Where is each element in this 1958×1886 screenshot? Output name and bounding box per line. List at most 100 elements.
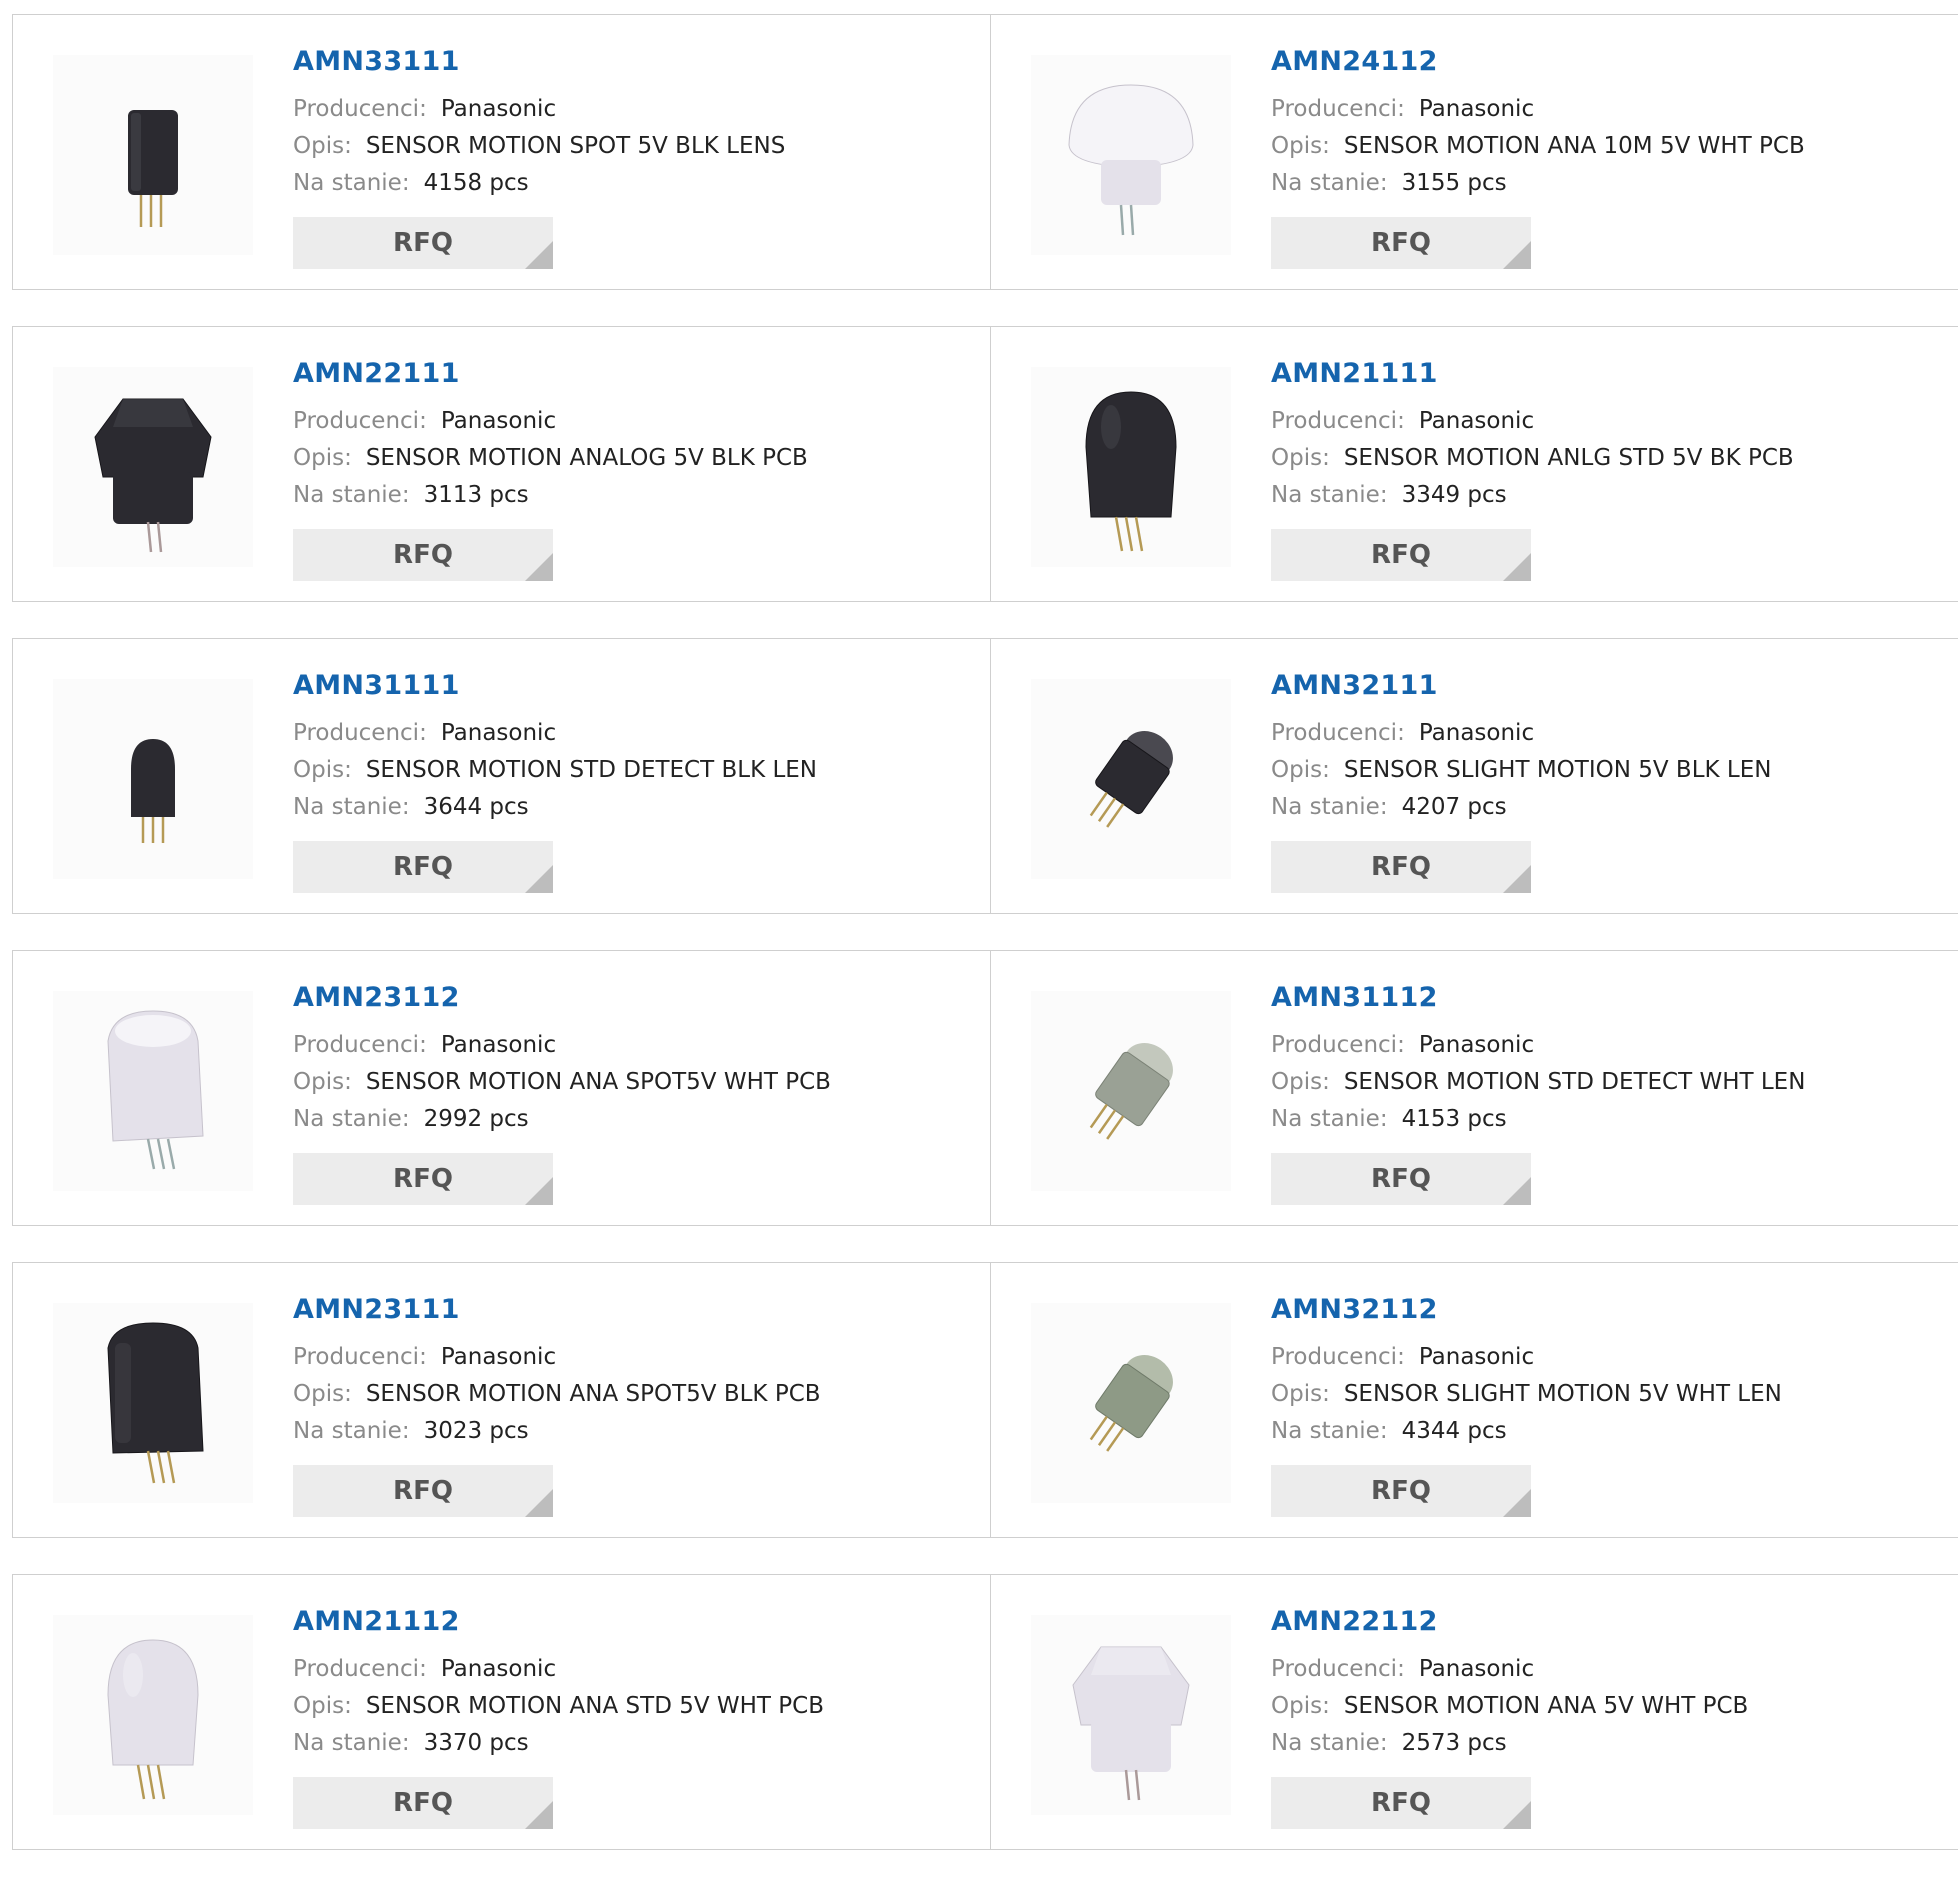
stock-label: Na stanie:	[293, 482, 410, 508]
rfq-button[interactable]: RFQ	[293, 841, 553, 893]
rfq-button[interactable]: RFQ	[1271, 1777, 1531, 1829]
stock-label: Na stanie:	[1271, 1730, 1388, 1756]
product-name-link[interactable]: AMN32111	[1271, 669, 1948, 703]
manufacturer-row: Producenci: Panasonic	[293, 403, 980, 440]
manufacturer-row: Producenci: Panasonic	[1271, 1027, 1948, 1064]
stock-label: Na stanie:	[293, 794, 410, 820]
product-card: AMN32112 Producenci: Panasonic Opis: SENSO…	[991, 1262, 1958, 1538]
corner-triangle-icon	[525, 865, 553, 893]
product-row: AMN21112 Producenci: Panasonic Opis: SENSO…	[12, 1574, 1958, 1850]
sensor-tilted-green-icon	[1031, 1303, 1231, 1503]
description-value: SENSOR MOTION ANA STD 5V WHT PCB	[365, 1693, 824, 1719]
description-value: SENSOR SLIGHT MOTION 5V WHT LEN	[1343, 1381, 1782, 1407]
product-info: AMN22111 Producenci: Panasonic Opis: SENSO…	[293, 357, 980, 514]
manufacturer-label: Producenci:	[293, 1656, 427, 1682]
product-name-link[interactable]: AMN21111	[1271, 357, 1948, 391]
description-row: Opis: SENSOR MOTION ANA SPOT5V BLK PCB	[293, 1376, 980, 1413]
description-value: SENSOR MOTION ANALOG 5V BLK PCB	[365, 445, 808, 471]
manufacturer-label: Producenci:	[1271, 720, 1405, 746]
sensor-small-black-icon	[53, 679, 253, 879]
description-row: Opis: SENSOR MOTION ANA STD 5V WHT PCB	[293, 1688, 980, 1725]
stock-label: Na stanie:	[1271, 1418, 1388, 1444]
product-name-link[interactable]: AMN32112	[1271, 1293, 1948, 1327]
description-row: Opis: SENSOR MOTION ANLG STD 5V BK PCB	[1271, 440, 1948, 477]
manufacturer-label: Producenci:	[293, 1344, 427, 1370]
manufacturer-value: Panasonic	[1418, 1032, 1535, 1058]
manufacturer-label: Producenci:	[1271, 1656, 1405, 1682]
description-value: SENSOR MOTION STD DETECT BLK LEN	[365, 757, 818, 783]
corner-triangle-icon	[1503, 241, 1531, 269]
product-card: AMN24112 Producenci: Panasonic Opis: SENSO…	[991, 14, 1958, 290]
stock-value: 3370 pcs	[423, 1730, 529, 1756]
stock-row: Na stanie: 3113 pcs	[293, 477, 980, 514]
product-name-link[interactable]: AMN23112	[293, 981, 980, 1015]
sensor-tilted-black-icon	[1031, 679, 1231, 879]
product-image[interactable]	[1031, 679, 1231, 879]
manufacturer-label: Producenci:	[293, 1032, 427, 1058]
product-image[interactable]	[1031, 55, 1231, 255]
product-image[interactable]	[1031, 991, 1231, 1191]
stock-row: Na stanie: 3023 pcs	[293, 1413, 980, 1450]
description-label: Opis:	[1271, 445, 1330, 471]
product-image[interactable]	[53, 1303, 253, 1503]
product-image[interactable]	[1031, 367, 1231, 567]
rfq-button[interactable]: RFQ	[1271, 217, 1531, 269]
rfq-button[interactable]: RFQ	[1271, 1153, 1531, 1205]
description-row: Opis: SENSOR MOTION SPOT 5V BLK LENS	[293, 128, 980, 165]
rfq-button[interactable]: RFQ	[293, 1153, 553, 1205]
product-image[interactable]	[1031, 1615, 1231, 1815]
rfq-label: RFQ	[393, 852, 453, 882]
product-image[interactable]	[1031, 1303, 1231, 1503]
manufacturer-label: Producenci:	[293, 720, 427, 746]
rfq-button[interactable]: RFQ	[293, 217, 553, 269]
product-name-link[interactable]: AMN24112	[1271, 45, 1948, 79]
stock-value: 4344 pcs	[1401, 1418, 1507, 1444]
rfq-label: RFQ	[393, 540, 453, 570]
description-row: Opis: SENSOR MOTION ANA SPOT5V WHT PCB	[293, 1064, 980, 1101]
product-name-link[interactable]: AMN23111	[293, 1293, 980, 1327]
product-name-link[interactable]: AMN21112	[293, 1605, 980, 1639]
product-name-link[interactable]: AMN22112	[1271, 1605, 1948, 1639]
sensor-faceted-black-icon	[53, 367, 253, 567]
stock-row: Na stanie: 4158 pcs	[293, 165, 980, 202]
rfq-button[interactable]: RFQ	[293, 529, 553, 581]
stock-row: Na stanie: 4207 pcs	[1271, 789, 1948, 826]
rfq-button[interactable]: RFQ	[1271, 1465, 1531, 1517]
manufacturer-value: Panasonic	[440, 1344, 557, 1370]
rfq-label: RFQ	[393, 1476, 453, 1506]
product-card: AMN21111 Producenci: Panasonic Opis: SENSO…	[991, 326, 1958, 602]
rfq-label: RFQ	[393, 1164, 453, 1194]
stock-row: Na stanie: 4153 pcs	[1271, 1101, 1948, 1138]
rfq-button[interactable]: RFQ	[1271, 841, 1531, 893]
rfq-label: RFQ	[393, 1788, 453, 1818]
description-label: Opis:	[293, 1381, 352, 1407]
rfq-label: RFQ	[1371, 228, 1431, 258]
product-info: AMN31112 Producenci: Panasonic Opis: SENSO…	[1271, 981, 1948, 1138]
product-image[interactable]	[53, 1615, 253, 1815]
stock-row: Na stanie: 2992 pcs	[293, 1101, 980, 1138]
product-info: AMN31111 Producenci: Panasonic Opis: SENSO…	[293, 669, 980, 826]
corner-triangle-icon	[525, 553, 553, 581]
description-label: Opis:	[1271, 1069, 1330, 1095]
rfq-button[interactable]: RFQ	[1271, 529, 1531, 581]
product-image[interactable]	[53, 55, 253, 255]
product-row: AMN33111 Producenci: Panasonic Opis: SENSO…	[12, 14, 1958, 290]
stock-value: 3349 pcs	[1401, 482, 1507, 508]
rfq-label: RFQ	[393, 228, 453, 258]
product-info: AMN23111 Producenci: Panasonic Opis: SENSO…	[293, 1293, 980, 1450]
product-name-link[interactable]: AMN33111	[293, 45, 980, 79]
description-label: Opis:	[1271, 1381, 1330, 1407]
manufacturer-row: Producenci: Panasonic	[293, 715, 980, 752]
product-info: AMN21112 Producenci: Panasonic Opis: SENSO…	[293, 1605, 980, 1762]
product-image[interactable]	[53, 679, 253, 879]
product-name-link[interactable]: AMN31111	[293, 669, 980, 703]
rfq-button[interactable]: RFQ	[293, 1465, 553, 1517]
description-label: Opis:	[1271, 1693, 1330, 1719]
product-image[interactable]	[53, 991, 253, 1191]
product-name-link[interactable]: AMN22111	[293, 357, 980, 391]
manufacturer-label: Producenci:	[1271, 96, 1405, 122]
product-image[interactable]	[53, 367, 253, 567]
description-label: Opis:	[293, 757, 352, 783]
rfq-button[interactable]: RFQ	[293, 1777, 553, 1829]
product-name-link[interactable]: AMN31112	[1271, 981, 1948, 1015]
